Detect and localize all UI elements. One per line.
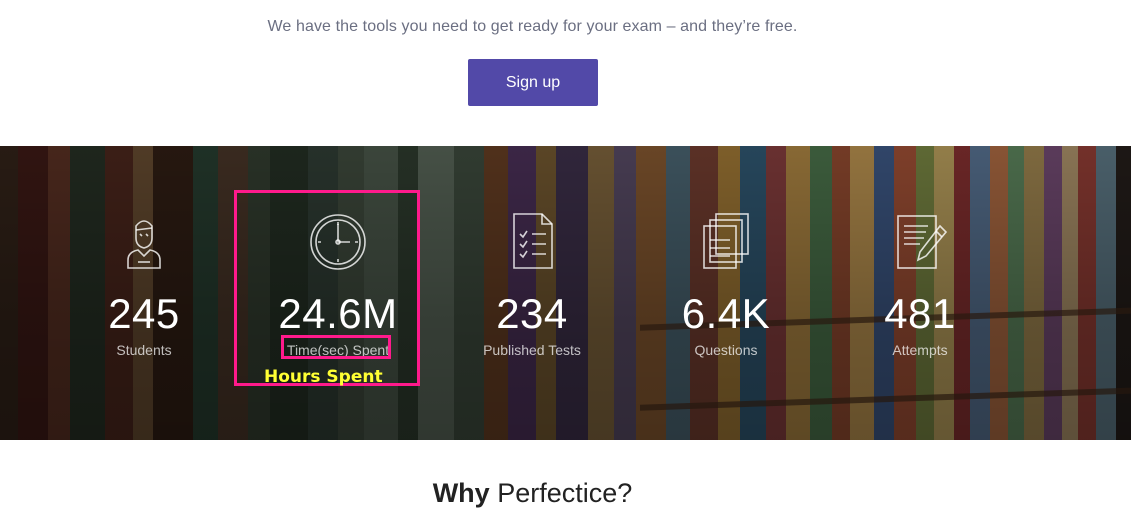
hero-section: We have the tools you need to get ready … [0, 0, 1131, 146]
stat-attempts: 481 Attempts [820, 146, 1020, 440]
stat-students: 245 Students [44, 146, 244, 440]
why-heading: Why Perfectice? [0, 478, 1065, 509]
signup-button[interactable]: Sign up [468, 59, 598, 106]
stat-questions: 6.4K Questions [626, 146, 826, 440]
why-heading-rest: Perfectice? [489, 478, 633, 508]
annotation-hours-spent: Hours Spent [264, 367, 383, 387]
stat-published-tests: 234 Published Tests [432, 146, 632, 440]
stat-value: 6.4K [681, 290, 771, 337]
document-checklist-icon [513, 213, 553, 269]
stat-label: Students [116, 342, 172, 358]
hero-tagline: We have the tools you need to get ready … [267, 18, 798, 35]
stat-label: Questions [694, 342, 758, 358]
stat-value: 245 [108, 290, 180, 337]
student-icon [127, 220, 161, 269]
stat-value: 481 [884, 290, 956, 337]
stats-banner: 245 Students 24.6M Time(sec) Spent 234 P… [0, 146, 1131, 440]
why-heading-bold: Why [432, 478, 490, 508]
stat-value: 234 [496, 290, 568, 337]
stacked-documents-icon [703, 213, 749, 269]
highlight-box-label [281, 335, 391, 359]
stat-label: Published Tests [483, 342, 581, 358]
stat-label: Attempts [892, 342, 948, 358]
document-pencil-icon [897, 215, 948, 269]
